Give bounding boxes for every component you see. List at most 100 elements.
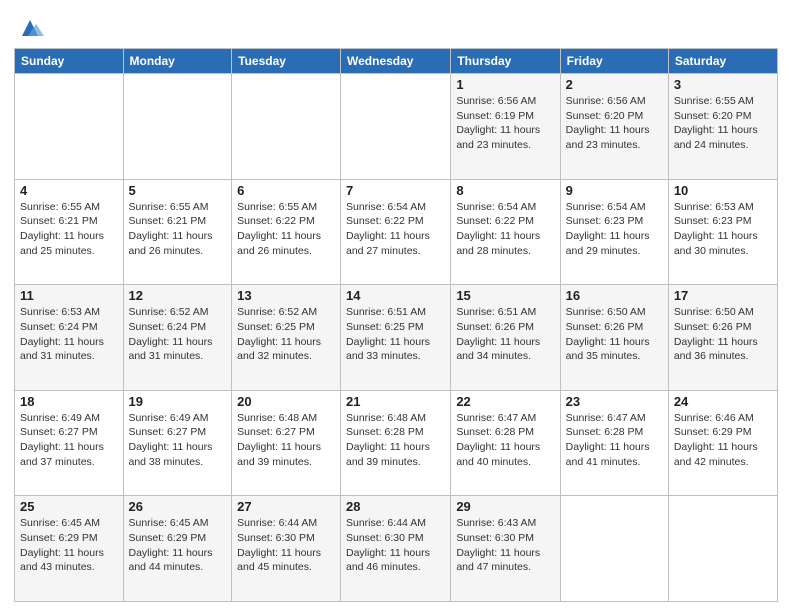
calendar-body: 1 Sunrise: 6:56 AM Sunset: 6:19 PM Daylig… [15, 74, 778, 602]
day-header-wednesday: Wednesday [341, 49, 451, 74]
calendar-cell: 28 Sunrise: 6:44 AM Sunset: 6:30 PM Dayli… [341, 496, 451, 602]
page: SundayMondayTuesdayWednesdayThursdayFrid… [0, 0, 792, 612]
calendar-cell: 6Sunrise: 6:55 AM Sunset: 6:22 PM Daylig… [232, 179, 341, 285]
day-number: 2 [566, 77, 663, 92]
day-header-saturday: Saturday [668, 49, 777, 74]
calendar-cell [560, 496, 668, 602]
calendar-cell: 2 Sunrise: 6:56 AM Sunset: 6:20 PM Daylig… [560, 74, 668, 180]
logo [14, 14, 44, 42]
day-info: Sunrise: 6:52 AM Sunset: 6:25 PM Dayligh… [237, 305, 335, 364]
week-row-0: 1 Sunrise: 6:56 AM Sunset: 6:19 PM Daylig… [15, 74, 778, 180]
day-info: Sunrise: 6:55 AM Sunset: 6:21 PM Dayligh… [20, 200, 118, 259]
calendar-cell: 9 Sunrise: 6:54 AM Sunset: 6:23 PM Daylig… [560, 179, 668, 285]
day-number: 17 [674, 288, 772, 303]
day-info: Sunrise: 6:55 AM Sunset: 6:20 PM Dayligh… [674, 94, 772, 153]
day-info: Sunrise: 6:53 AM Sunset: 6:23 PM Dayligh… [674, 200, 772, 259]
calendar-cell: 19 Sunrise: 6:49 AM Sunset: 6:27 PM Dayli… [123, 390, 232, 496]
calendar-cell: 24 Sunrise: 6:46 AM Sunset: 6:29 PM Dayli… [668, 390, 777, 496]
calendar-cell: 11 Sunrise: 6:53 AM Sunset: 6:24 PM Dayli… [15, 285, 124, 391]
calendar-cell: 16 Sunrise: 6:50 AM Sunset: 6:26 PM Dayli… [560, 285, 668, 391]
day-number: 16 [566, 288, 663, 303]
week-row-2: 11 Sunrise: 6:53 AM Sunset: 6:24 PM Dayli… [15, 285, 778, 391]
day-info: Sunrise: 6:51 AM Sunset: 6:25 PM Dayligh… [346, 305, 445, 364]
day-info: Sunrise: 6:54 AM Sunset: 6:22 PM Dayligh… [346, 200, 445, 259]
calendar-cell: 1 Sunrise: 6:56 AM Sunset: 6:19 PM Daylig… [451, 74, 560, 180]
day-number: 11 [20, 288, 118, 303]
day-number: 12 [129, 288, 227, 303]
day-number: 5 [129, 183, 227, 198]
day-header-thursday: Thursday [451, 49, 560, 74]
day-info: Sunrise: 6:54 AM Sunset: 6:23 PM Dayligh… [566, 200, 663, 259]
day-number: 24 [674, 394, 772, 409]
day-number: 9 [566, 183, 663, 198]
day-number: 20 [237, 394, 335, 409]
calendar-cell: 5 Sunrise: 6:55 AM Sunset: 6:21 PM Daylig… [123, 179, 232, 285]
calendar-cell: 20 Sunrise: 6:48 AM Sunset: 6:27 PM Dayli… [232, 390, 341, 496]
calendar-header: SundayMondayTuesdayWednesdayThursdayFrid… [15, 49, 778, 74]
day-number: 28 [346, 499, 445, 514]
day-header-monday: Monday [123, 49, 232, 74]
calendar-cell [341, 74, 451, 180]
day-number: 1 [456, 77, 554, 92]
day-info: Sunrise: 6:47 AM Sunset: 6:28 PM Dayligh… [566, 411, 663, 470]
day-info: Sunrise: 6:49 AM Sunset: 6:27 PM Dayligh… [129, 411, 227, 470]
day-info: Sunrise: 6:56 AM Sunset: 6:19 PM Dayligh… [456, 94, 554, 153]
day-info: Sunrise: 6:51 AM Sunset: 6:26 PM Dayligh… [456, 305, 554, 364]
calendar-cell: 4Sunrise: 6:55 AM Sunset: 6:21 PM Daylig… [15, 179, 124, 285]
day-info: Sunrise: 6:49 AM Sunset: 6:27 PM Dayligh… [20, 411, 118, 470]
calendar-table: SundayMondayTuesdayWednesdayThursdayFrid… [14, 48, 778, 602]
day-info: Sunrise: 6:43 AM Sunset: 6:30 PM Dayligh… [456, 516, 554, 575]
day-info: Sunrise: 6:50 AM Sunset: 6:26 PM Dayligh… [566, 305, 663, 364]
day-info: Sunrise: 6:53 AM Sunset: 6:24 PM Dayligh… [20, 305, 118, 364]
calendar-cell: 29 Sunrise: 6:43 AM Sunset: 6:30 PM Dayli… [451, 496, 560, 602]
day-info: Sunrise: 6:56 AM Sunset: 6:20 PM Dayligh… [566, 94, 663, 153]
day-number: 25 [20, 499, 118, 514]
day-number: 14 [346, 288, 445, 303]
day-header-friday: Friday [560, 49, 668, 74]
day-number: 8 [456, 183, 554, 198]
header [14, 10, 778, 42]
week-row-3: 18Sunrise: 6:49 AM Sunset: 6:27 PM Dayli… [15, 390, 778, 496]
day-number: 23 [566, 394, 663, 409]
day-header-tuesday: Tuesday [232, 49, 341, 74]
day-info: Sunrise: 6:44 AM Sunset: 6:30 PM Dayligh… [237, 516, 335, 575]
calendar-cell [15, 74, 124, 180]
day-info: Sunrise: 6:48 AM Sunset: 6:27 PM Dayligh… [237, 411, 335, 470]
calendar-cell: 13 Sunrise: 6:52 AM Sunset: 6:25 PM Dayli… [232, 285, 341, 391]
logo-icon [16, 14, 44, 42]
calendar-cell: 12Sunrise: 6:52 AM Sunset: 6:24 PM Dayli… [123, 285, 232, 391]
calendar-cell: 3 Sunrise: 6:55 AM Sunset: 6:20 PM Daylig… [668, 74, 777, 180]
day-number: 27 [237, 499, 335, 514]
calendar-cell: 17 Sunrise: 6:50 AM Sunset: 6:26 PM Dayli… [668, 285, 777, 391]
day-number: 13 [237, 288, 335, 303]
calendar-cell: 25Sunrise: 6:45 AM Sunset: 6:29 PM Dayli… [15, 496, 124, 602]
day-number: 19 [129, 394, 227, 409]
header-row: SundayMondayTuesdayWednesdayThursdayFrid… [15, 49, 778, 74]
calendar-cell: 15 Sunrise: 6:51 AM Sunset: 6:26 PM Dayli… [451, 285, 560, 391]
calendar-cell: 23 Sunrise: 6:47 AM Sunset: 6:28 PM Dayli… [560, 390, 668, 496]
calendar-cell: 26Sunrise: 6:45 AM Sunset: 6:29 PM Dayli… [123, 496, 232, 602]
day-number: 10 [674, 183, 772, 198]
day-info: Sunrise: 6:46 AM Sunset: 6:29 PM Dayligh… [674, 411, 772, 470]
day-info: Sunrise: 6:48 AM Sunset: 6:28 PM Dayligh… [346, 411, 445, 470]
calendar-cell: 27 Sunrise: 6:44 AM Sunset: 6:30 PM Dayli… [232, 496, 341, 602]
day-info: Sunrise: 6:50 AM Sunset: 6:26 PM Dayligh… [674, 305, 772, 364]
day-info: Sunrise: 6:44 AM Sunset: 6:30 PM Dayligh… [346, 516, 445, 575]
day-header-sunday: Sunday [15, 49, 124, 74]
day-info: Sunrise: 6:55 AM Sunset: 6:21 PM Dayligh… [129, 200, 227, 259]
day-number: 3 [674, 77, 772, 92]
day-number: 29 [456, 499, 554, 514]
day-number: 22 [456, 394, 554, 409]
week-row-1: 4Sunrise: 6:55 AM Sunset: 6:21 PM Daylig… [15, 179, 778, 285]
day-number: 15 [456, 288, 554, 303]
day-info: Sunrise: 6:47 AM Sunset: 6:28 PM Dayligh… [456, 411, 554, 470]
week-row-4: 25Sunrise: 6:45 AM Sunset: 6:29 PM Dayli… [15, 496, 778, 602]
day-number: 21 [346, 394, 445, 409]
calendar-cell: 18Sunrise: 6:49 AM Sunset: 6:27 PM Dayli… [15, 390, 124, 496]
day-number: 7 [346, 183, 445, 198]
calendar-cell [668, 496, 777, 602]
calendar-cell: 22 Sunrise: 6:47 AM Sunset: 6:28 PM Dayli… [451, 390, 560, 496]
calendar-cell: 7 Sunrise: 6:54 AM Sunset: 6:22 PM Daylig… [341, 179, 451, 285]
calendar-cell: 10 Sunrise: 6:53 AM Sunset: 6:23 PM Dayli… [668, 179, 777, 285]
calendar-cell [232, 74, 341, 180]
